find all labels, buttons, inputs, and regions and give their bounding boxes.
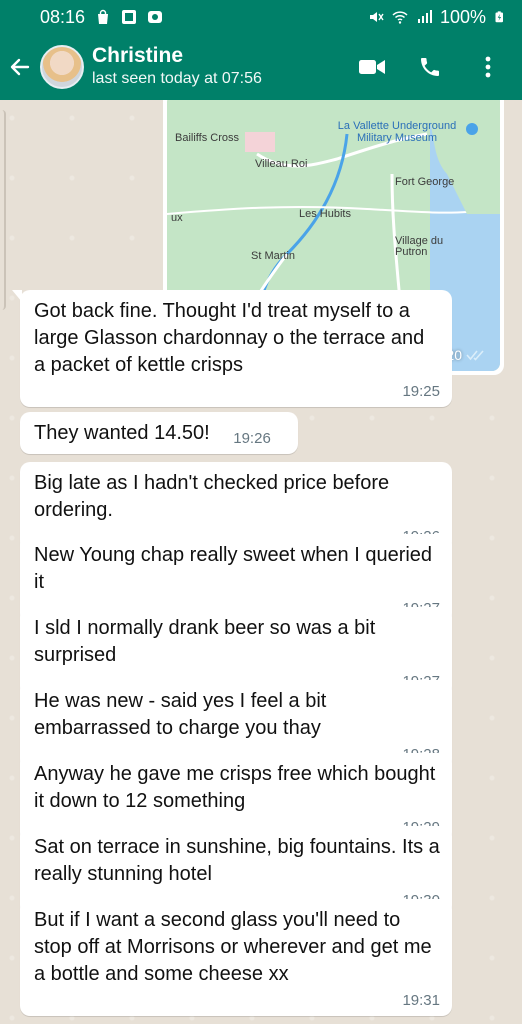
map-label-museum: La Vallette Underground Military Museum	[337, 120, 457, 144]
bubble-tail	[12, 290, 22, 302]
message-text: Big late as I hadn't checked price befor…	[34, 472, 390, 521]
wifi-icon	[392, 11, 408, 24]
message-time: 19:31	[402, 992, 440, 1009]
chat-header: Christine last seen today at 07:56	[0, 34, 522, 100]
map-label-villeau-roi: Villeau Roi	[255, 158, 308, 170]
message-text: But if I want a second glass you'll need…	[34, 909, 432, 985]
battery-charging-icon	[495, 11, 503, 23]
message-text: New Young chap really sweet when I queri…	[34, 544, 433, 593]
message-bubble[interactable]: Got back fine. Thought I'd treat myself …	[12, 290, 452, 407]
message-text: He was new - said yes I feel a bit embar…	[34, 690, 327, 739]
contact-info[interactable]: Christine last seen today at 07:56	[92, 44, 356, 90]
video-call-icon	[359, 60, 385, 74]
map-label-fort-george: Fort George	[395, 176, 455, 188]
more-options-button[interactable]	[472, 51, 504, 83]
chat-area[interactable]: Bailiffs Cross La Vallette Underground M…	[0, 100, 522, 1024]
battery-level: 100%	[439, 6, 486, 27]
map-label-village: Village du Putron	[395, 235, 444, 258]
avatar[interactable]	[40, 45, 84, 89]
back-button[interactable]	[0, 34, 40, 100]
contact-name: Christine	[92, 44, 184, 67]
message-bubble[interactable]: They wanted 14.50! 19:26	[20, 412, 298, 454]
back-arrow-icon	[10, 58, 30, 76]
status-bar: 08:16 100%	[0, 0, 522, 34]
message-time: 19:25	[402, 383, 440, 400]
scrollbar[interactable]	[0, 110, 6, 310]
signal-icon	[417, 10, 432, 23]
camera-notification-icon	[148, 11, 163, 23]
message-text: Got back fine. Thought I'd treat myself …	[34, 300, 425, 376]
last-seen-status: last seen today at 07:56	[92, 70, 262, 87]
map-label-les-hubits: Les Hubits	[299, 208, 351, 220]
double-check-icon	[466, 350, 484, 361]
voice-call-button[interactable]	[414, 51, 446, 83]
shopping-bag-icon	[98, 9, 109, 24]
video-call-button[interactable]	[356, 51, 388, 83]
app-notification-icon	[122, 10, 137, 24]
message-text: I sld I normally drank beer so was a bit…	[34, 617, 376, 666]
map-label-edge: ux	[171, 212, 183, 224]
map-label-bailiffs-cross: Bailiffs Cross	[175, 132, 239, 144]
message-bubble[interactable]: But if I want a second glass you'll need…	[20, 899, 452, 1016]
message-text: Anyway he gave me crisps free which boug…	[34, 763, 436, 812]
message-text: Sat on terrace in sunshine, big fountain…	[34, 836, 440, 885]
map-label-st-martin: St Martin	[251, 250, 296, 262]
status-time: 08:16	[40, 6, 86, 27]
more-options-icon	[485, 56, 491, 78]
mute-icon	[369, 12, 384, 22]
message-text: They wanted 14.50!	[34, 422, 210, 444]
voice-call-icon	[421, 58, 439, 76]
message-time: 19:26	[233, 430, 271, 447]
